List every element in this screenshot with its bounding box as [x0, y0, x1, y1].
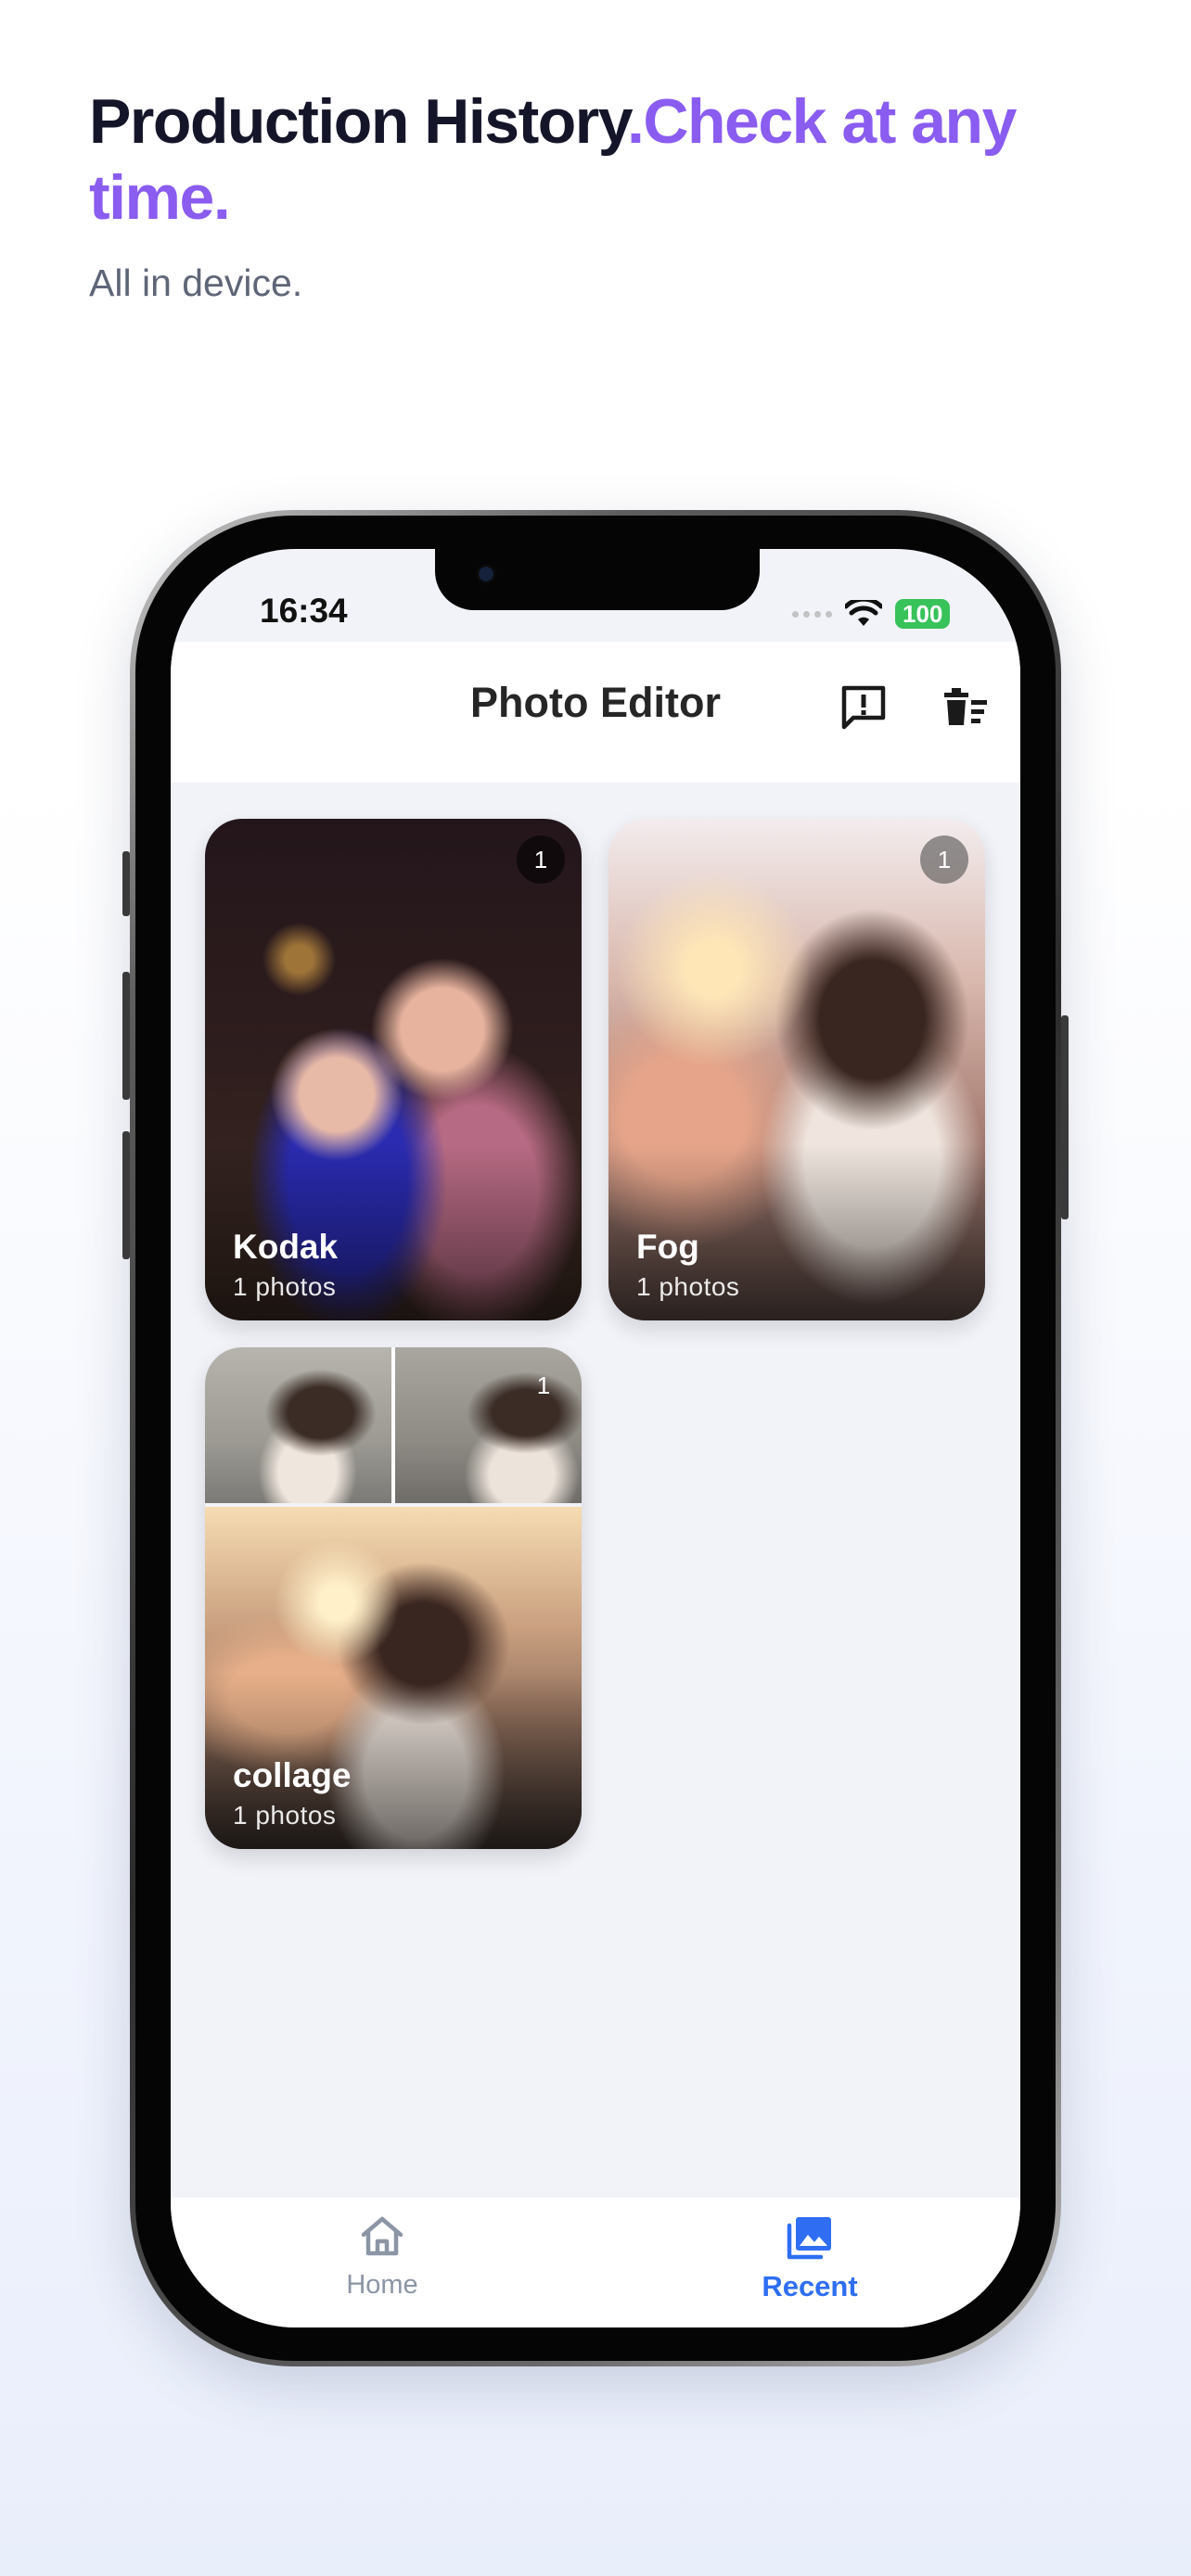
tab-home[interactable]: Home — [289, 2214, 475, 2301]
battery-indicator: 100 — [895, 599, 951, 629]
album-card-collage[interactable]: 1 collage 1 photos — [205, 1347, 582, 1849]
notch — [435, 549, 760, 610]
tab-bar: Home Recent — [171, 2198, 1020, 2327]
album-count-badge: 1 — [920, 835, 968, 884]
hero-title-main: Production History — [89, 86, 629, 157]
phone-volume-up — [122, 972, 130, 1100]
feedback-icon[interactable] — [839, 682, 889, 733]
album-title: Fog — [636, 1228, 699, 1266]
tab-recent-label: Recent — [762, 2270, 858, 2302]
collage-thumb — [205, 1347, 391, 1503]
phone-mute-switch — [122, 851, 130, 916]
album-card-fog[interactable]: 1 Fog 1 photos — [608, 819, 985, 1320]
delete-all-icon[interactable] — [941, 682, 991, 733]
wifi-icon — [845, 600, 882, 626]
app-navbar: Photo Editor — [171, 642, 1020, 783]
album-count-badge: 1 — [536, 1371, 551, 1399]
album-title: collage — [233, 1756, 352, 1794]
home-icon — [361, 2216, 403, 2256]
album-title: Kodak — [233, 1228, 339, 1266]
tab-home-label: Home — [346, 2270, 418, 2300]
front-camera — [476, 564, 496, 584]
photo-library-icon — [787, 2217, 831, 2260]
phone-volume-down — [122, 1131, 130, 1259]
tab-recent[interactable]: Recent — [717, 2214, 903, 2303]
signal-icon — [792, 610, 832, 618]
app-title: Photo Editor — [470, 679, 721, 726]
album-card-kodak[interactable]: 1 Kodak 1 photos — [205, 819, 582, 1320]
album-count-badge: 1 — [517, 835, 565, 884]
collage-thumb — [395, 1347, 582, 1503]
phone-screen: 16:34 100 Photo Editor 1 Kodak 1 photos … — [171, 549, 1020, 2327]
album-photo-count: 1 photos — [233, 1801, 337, 1830]
phone-power-button — [1061, 1015, 1069, 1219]
collage-top-row — [205, 1347, 582, 1503]
hero-title: Production History.Check at any time. — [89, 83, 1017, 236]
album-photo-count: 1 photos — [636, 1272, 740, 1301]
status-time: 16:34 — [260, 592, 348, 630]
album-photo-count: 1 photos — [233, 1272, 337, 1301]
status-indicators: 100 — [792, 597, 951, 631]
hero-subtitle: All in device. — [89, 261, 303, 304]
